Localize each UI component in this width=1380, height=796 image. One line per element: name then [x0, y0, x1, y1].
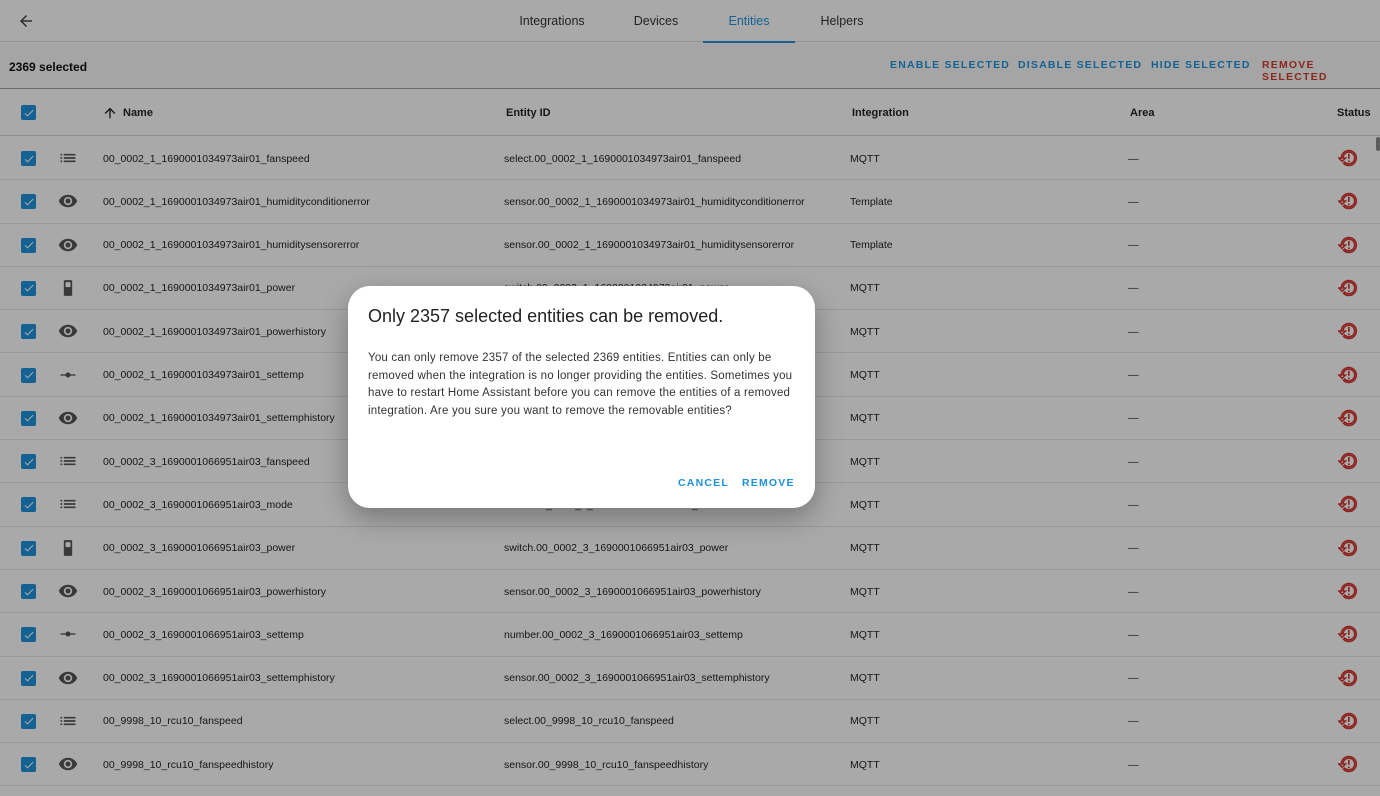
remove-button[interactable]: REMOVE [742, 477, 795, 489]
remove-confirm-dialog: Only 2357 selected entities can be remov… [348, 286, 815, 508]
dialog-title: Only 2357 selected entities can be remov… [368, 306, 724, 326]
cancel-button[interactable]: CANCEL [678, 477, 729, 489]
entities-page: Integrations Devices Entities Helpers 23… [0, 0, 1380, 796]
dialog-body: You can only remove 2357 of the selected… [368, 352, 793, 417]
